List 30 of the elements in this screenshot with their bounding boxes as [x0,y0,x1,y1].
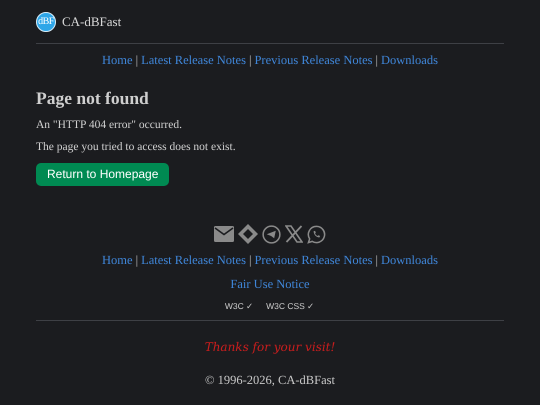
fair-use-link[interactable]: Fair Use Notice [230,277,310,291]
footer-link[interactable]: Previous Release Notes [254,253,372,267]
mail-icon[interactable] [214,226,234,242]
footer-link[interactable]: Latest Release Notes [141,253,246,267]
nav-separator: | [375,253,378,267]
validator-link[interactable]: W3C ✓ [224,301,254,311]
copyright-text: © 1996-2026, CA-dBFast [204,373,336,388]
nav-separator: | [248,53,252,67]
nav-separator: | [136,253,138,267]
footer-link[interactable]: Downloads [381,253,438,267]
thanks-text: Thanks for your visit! [204,340,336,354]
paper-plane-icon[interactable] [262,224,281,244]
nav-separator: | [375,53,378,67]
return-home-button[interactable]: Return to Homepage [36,163,170,186]
nav-link[interactable]: Home [102,53,133,67]
footer-link[interactable]: Home [102,253,133,267]
nav-link[interactable]: Latest Release Notes [141,53,246,67]
diamond-icon[interactable] [238,224,258,244]
nav-separator: | [136,53,138,67]
site-name: CA-dBFast [62,14,122,30]
chat-bubble-icon[interactable] [307,224,326,244]
logo-badge[interactable]: dBF [36,12,56,32]
message-text: An "HTTP 404 error" occurred. [36,119,183,131]
validator-link[interactable]: W3C CSS ✓ [266,301,316,311]
nav-link[interactable]: Previous Release Notes [254,53,372,67]
page-title: Page not found [36,88,150,109]
nav-link[interactable]: Downloads [381,53,438,67]
nav-separator: | [248,253,252,267]
message-text: The page you tried to access does not exist. [36,141,237,153]
x-icon[interactable] [285,225,303,243]
